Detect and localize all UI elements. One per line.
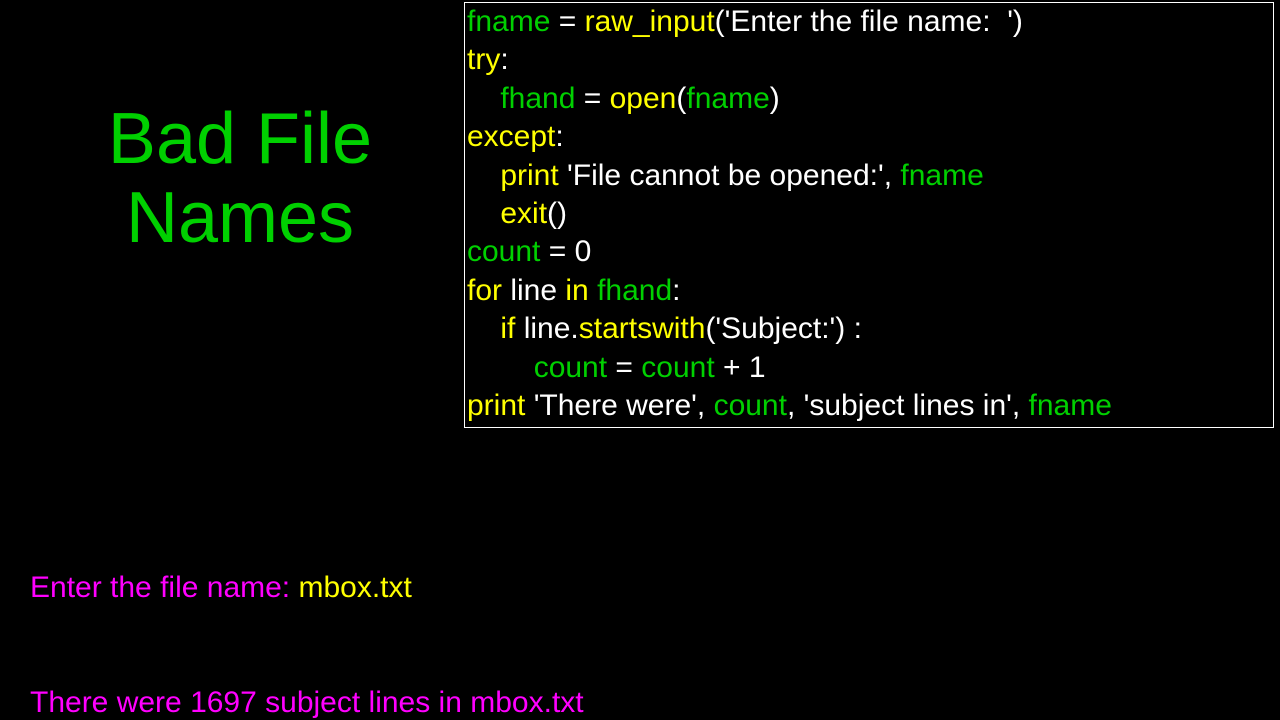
user-input: mbox.txt [298, 571, 411, 604]
op-eq: = [550, 5, 584, 38]
indent [467, 351, 534, 384]
code-line-10: count = count + 1 [467, 349, 1271, 387]
code-line-2: try: [467, 41, 1271, 79]
code-line-9: if line.startswith('Subject:') : [467, 310, 1271, 348]
var-line: line [502, 274, 565, 307]
kw-except: except [467, 120, 555, 153]
indent [467, 159, 500, 192]
var-fname: fname [900, 159, 983, 192]
var-fhand: fhand [597, 274, 672, 307]
plus-one: + 1 [715, 351, 766, 384]
kw-print: print [500, 159, 558, 192]
program-output: Enter the file name: mbox.txt There were… [30, 492, 584, 720]
str-b: , 'subject lines in', [787, 389, 1029, 422]
kw-in: in [565, 274, 588, 307]
space [589, 274, 597, 307]
space [515, 312, 523, 345]
fn-startswith: startswith [579, 312, 706, 345]
kw-if: if [500, 312, 515, 345]
str-a: 'There were', [525, 389, 713, 422]
fn-exit: exit [500, 197, 547, 230]
code-line-11: print 'There were', count, 'subject line… [467, 387, 1271, 425]
indent [467, 197, 500, 230]
var-fname: fname [1029, 389, 1112, 422]
paren-close: ) [770, 82, 780, 115]
indent [467, 82, 500, 115]
kw-try: try [467, 43, 500, 76]
var-count: count [467, 235, 540, 268]
code-line-3: fhand = open(fname) [467, 80, 1271, 118]
output-line-1: Enter the file name: mbox.txt [30, 569, 584, 607]
code-box: fname = raw_input('Enter the file name: … [464, 2, 1274, 428]
code-line-8: for line in fhand: [467, 272, 1271, 310]
kw-for: for [467, 274, 502, 307]
var-fname: fname [686, 82, 769, 115]
indent [467, 312, 500, 345]
output-line-2: There were 1697 subject lines in mbox.tx… [30, 684, 584, 720]
var-fname: fname [467, 5, 550, 38]
arg-startswith: ('Subject:') : [705, 312, 862, 345]
code-line-6: exit() [467, 195, 1271, 233]
slide: Bad File Names fname = raw_input('Enter … [0, 0, 1280, 720]
var-count: count [714, 389, 787, 422]
var-fhand: fhand [500, 82, 575, 115]
var-line: line [524, 312, 571, 345]
punct-dot: . [570, 312, 578, 345]
arg-rawinput: ('Enter the file name: ') [715, 5, 1023, 38]
code-line-7: count = 0 [467, 233, 1271, 271]
punct-colon: : [672, 274, 680, 307]
kw-print: print [467, 389, 525, 422]
code-line-1: fname = raw_input('Enter the file name: … [467, 3, 1271, 41]
var-count: count [641, 351, 714, 384]
op-eq: = [575, 82, 609, 115]
paren-empty: () [547, 197, 567, 230]
fn-rawinput: raw_input [585, 5, 715, 38]
str-msg: 'File cannot be opened:', [559, 159, 901, 192]
fn-open: open [610, 82, 677, 115]
punct-colon: : [500, 43, 508, 76]
code-line-4: except: [467, 118, 1271, 156]
eq-zero: = 0 [540, 235, 591, 268]
prompt-text: Enter the file name: [30, 571, 298, 604]
op-eq: = [607, 351, 641, 384]
var-count: count [534, 351, 607, 384]
slide-title: Bad File Names [40, 100, 440, 258]
code-line-5: print 'File cannot be opened:', fname [467, 157, 1271, 195]
paren-open: ( [676, 82, 686, 115]
punct-colon: : [555, 120, 563, 153]
